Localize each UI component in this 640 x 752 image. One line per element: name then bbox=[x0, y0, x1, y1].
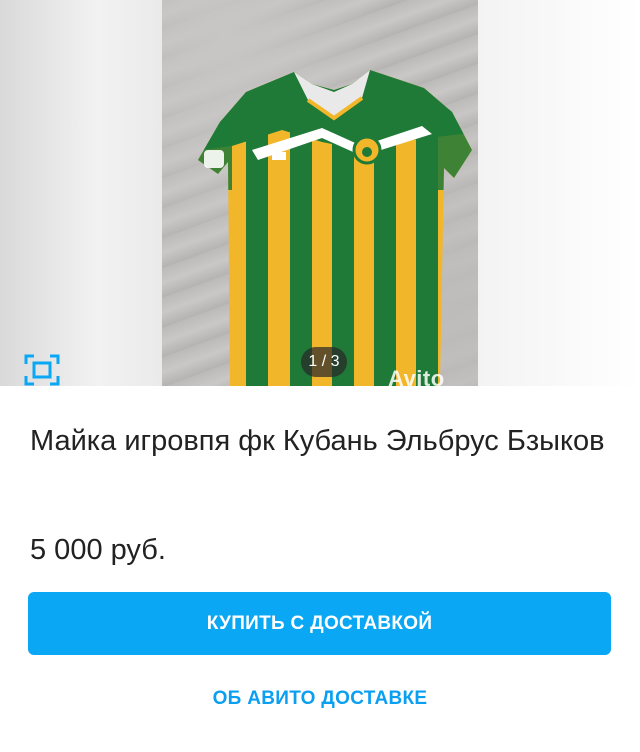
listing-price: 5 000 руб. bbox=[30, 534, 166, 566]
about-avito-delivery-link[interactable]: ОБ АВИТО ДОСТАВКЕ bbox=[0, 688, 640, 710]
avito-watermark: Avito bbox=[388, 366, 445, 386]
football-jersey-icon bbox=[198, 70, 472, 386]
fullscreen-icon[interactable] bbox=[24, 354, 60, 386]
gallery-background-left bbox=[0, 0, 162, 386]
photo-gallery[interactable]: 1 / 3 Avito bbox=[0, 0, 640, 386]
photo-counter: 1 / 3 bbox=[301, 347, 347, 377]
buy-with-delivery-button[interactable]: КУПИТЬ С ДОСТАВКОЙ bbox=[28, 592, 611, 655]
listing-photo[interactable] bbox=[162, 0, 478, 386]
gallery-background-right bbox=[478, 0, 640, 386]
listing-title: Майка игровпя фк Кубань Эльбрус Бзыков bbox=[30, 425, 605, 457]
